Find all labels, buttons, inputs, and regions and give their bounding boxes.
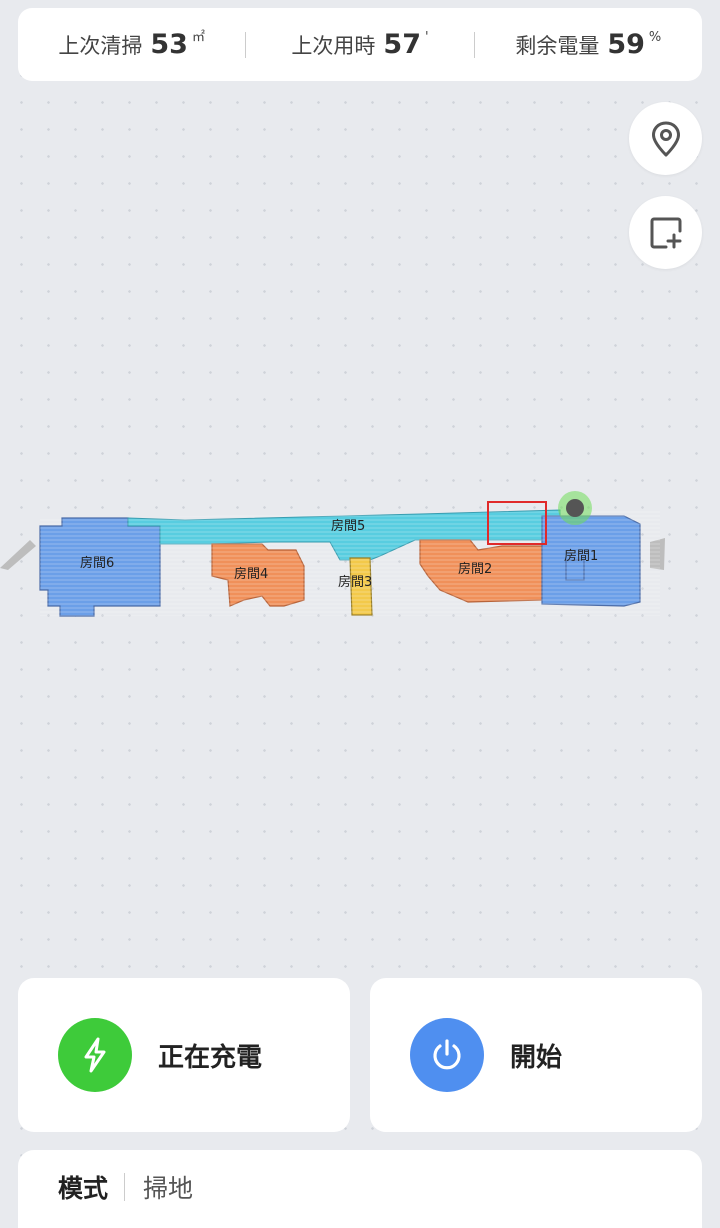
start-card[interactable]: 開始 (370, 978, 702, 1132)
stat-label: 上次用時 (291, 34, 376, 58)
room-label-4: 房間4 (234, 566, 268, 582)
room-label-3: 房間3 (338, 574, 372, 590)
stat-label: 剩余電量 (515, 34, 600, 58)
stat-value: 53 (150, 29, 188, 60)
stat-label: 上次清掃 (58, 34, 143, 58)
lightning-icon (84, 1037, 106, 1073)
mode-divider (124, 1173, 126, 1201)
charging-label: 正在充電 (158, 1042, 263, 1073)
start-label: 開始 (510, 1042, 563, 1073)
room-label-6: 房間6 (80, 555, 114, 571)
cleaning-map[interactable]: 房間6 房間5 房間4 房間3 房間2 房間1 (0, 470, 720, 640)
mode-label: 模式 (58, 1174, 109, 1203)
stats-bar: 上次清掃 53 ㎡ 上次用時 57 ' 剩余電量 59 % (18, 8, 702, 81)
room-label-2: 房間2 (458, 561, 492, 577)
charging-button[interactable] (58, 1018, 132, 1092)
map-canvas: 房間6 房間5 房間4 房間3 房間2 房間1 (0, 491, 665, 617)
stat-last-clean-time: 上次用時 57 ' (246, 29, 473, 60)
charging-card[interactable]: 正在充電 (18, 978, 350, 1132)
stat-value: 59 (607, 29, 645, 60)
stat-value: 57 (383, 29, 421, 60)
mode-value[interactable]: 掃地 (143, 1169, 193, 1205)
mode-card[interactable]: 模式 掃地 (18, 1150, 702, 1228)
room-label-5: 房間5 (331, 518, 365, 534)
add-zone-icon (650, 217, 681, 248)
stat-unit: ' (424, 30, 429, 45)
room-label-1: 房間1 (564, 548, 598, 564)
location-pin-icon (651, 121, 680, 156)
stat-last-clean-area: 上次清掃 53 ㎡ (18, 29, 245, 60)
power-icon (433, 1039, 461, 1070)
start-button[interactable] (410, 1018, 484, 1092)
stat-battery: 剩余電量 59 % (475, 29, 702, 60)
stat-unit: % (648, 30, 662, 45)
stat-unit: ㎡ (191, 30, 205, 45)
locate-robot-button[interactable] (629, 102, 702, 175)
add-zone-button[interactable] (629, 196, 702, 269)
